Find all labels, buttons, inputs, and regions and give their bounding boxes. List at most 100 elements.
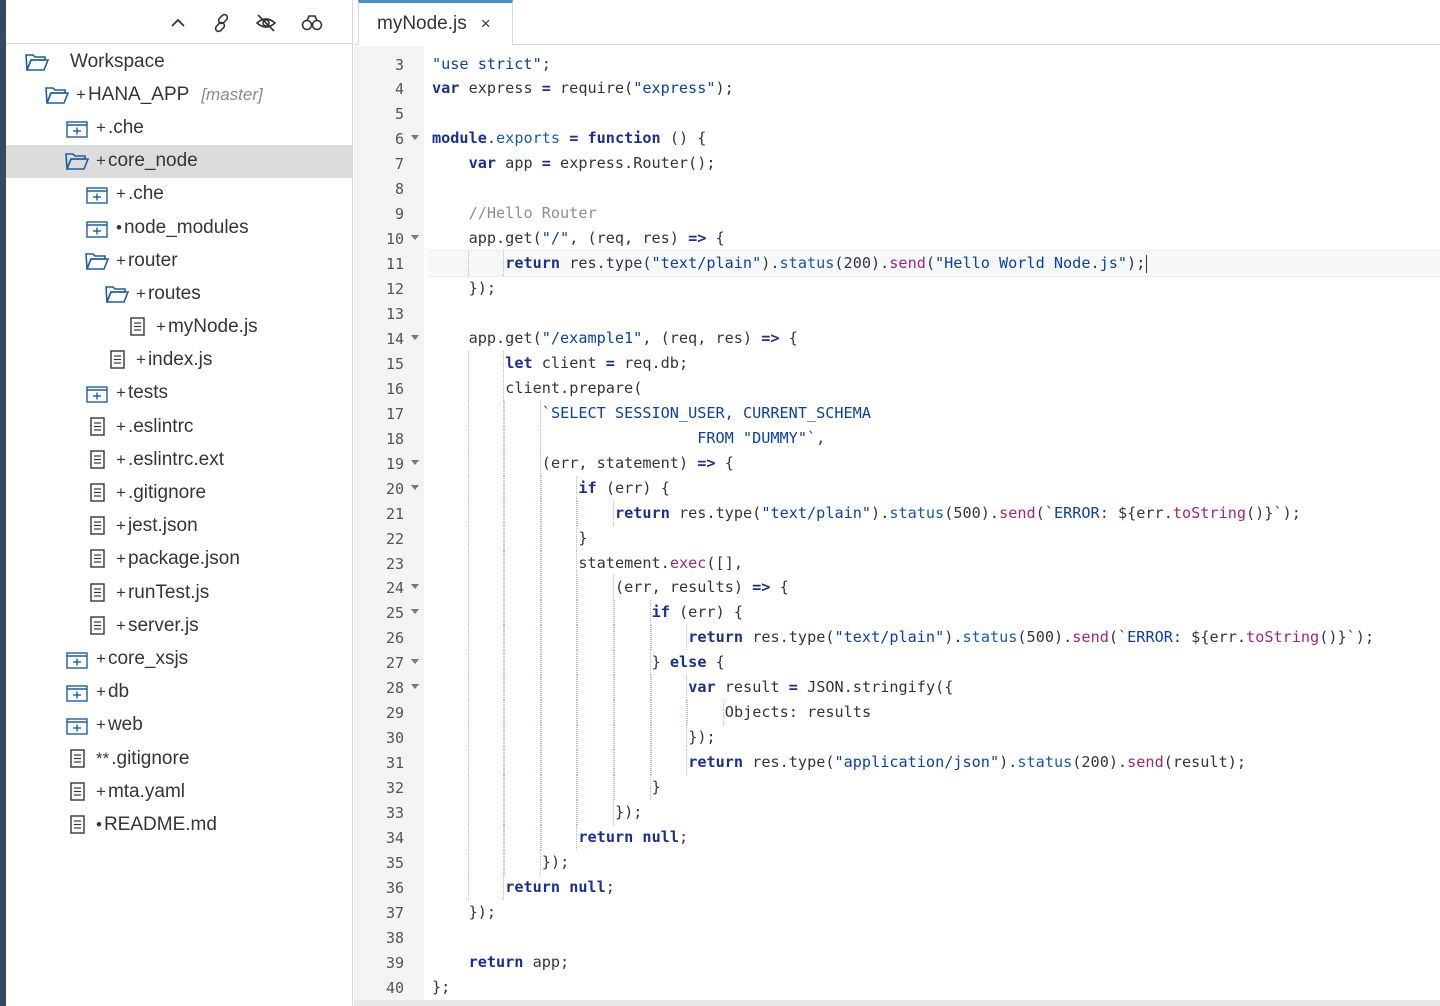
fold-arrow-icon[interactable] xyxy=(411,584,419,590)
fold-arrow-icon[interactable] xyxy=(411,609,419,615)
fold-arrow-icon[interactable] xyxy=(411,684,419,690)
tree-item[interactable]: + tests xyxy=(6,377,352,410)
indent-guide xyxy=(467,475,469,501)
tree-item[interactable]: + .che xyxy=(6,111,352,144)
tree-item[interactable]: + router xyxy=(6,244,352,277)
code-line: (err, results) => { xyxy=(428,575,1440,601)
fold-arrow-icon[interactable] xyxy=(411,459,419,465)
line-number: 8 xyxy=(394,180,404,199)
hidden-files-icon[interactable] xyxy=(253,10,279,36)
file-icon xyxy=(84,416,110,438)
indent-guide xyxy=(467,849,469,875)
file-icon xyxy=(84,548,110,570)
code-line: statement.exec([], xyxy=(428,550,1440,576)
tree-item[interactable]: + jest.json xyxy=(6,510,352,543)
git-status-marker: + xyxy=(96,715,106,735)
tree-item[interactable]: + core_xsjs xyxy=(6,642,352,675)
indent-guide xyxy=(467,800,469,825)
editor-tab-mynode[interactable]: myNode.js × xyxy=(358,0,513,45)
code-text: return res.type("text/plain").status(500… xyxy=(615,503,1301,522)
fold-arrow-icon[interactable] xyxy=(411,659,419,665)
indent-guide xyxy=(614,675,615,701)
indent-guide xyxy=(467,450,469,476)
fold-arrow-icon[interactable] xyxy=(411,135,419,141)
horizontal-scrollbar[interactable] xyxy=(354,1000,1440,1006)
indent-guide xyxy=(540,575,542,601)
tree-item[interactable]: + .gitignore xyxy=(6,476,352,509)
indent-guide xyxy=(614,750,615,776)
tree-item[interactable]: + .eslintrc xyxy=(6,410,352,443)
close-icon[interactable]: × xyxy=(481,14,491,34)
tree-item[interactable]: + runTest.js xyxy=(6,576,352,609)
git-status-marker: + xyxy=(116,615,126,635)
fold-arrow-icon[interactable] xyxy=(411,484,419,490)
code-text: (err, statement) => { xyxy=(541,453,734,472)
tree-item[interactable]: Workspace xyxy=(6,45,352,78)
tree-item[interactable]: + db xyxy=(6,676,352,709)
tree-item[interactable]: + .che xyxy=(6,178,352,211)
tree-item[interactable]: • node_modules xyxy=(6,211,352,244)
tree-item[interactable]: ** .gitignore xyxy=(6,742,352,775)
collapse-all-icon[interactable] xyxy=(165,10,191,36)
fold-arrow-icon[interactable] xyxy=(411,235,419,241)
indent-guide xyxy=(577,575,579,601)
code-line: } else { xyxy=(428,650,1440,676)
line-number: 36 xyxy=(385,878,404,897)
line-number: 10 xyxy=(354,226,424,251)
code-line: FROM "DUMMY"`, xyxy=(428,425,1440,451)
indent-guide xyxy=(504,725,506,751)
indent-guide xyxy=(504,650,506,676)
code-text: return res.type("application/json").stat… xyxy=(688,753,1247,772)
indent-guide xyxy=(467,350,469,376)
tree-item-label: server.js xyxy=(127,614,199,636)
tree-item[interactable]: + HANA_APP [master] xyxy=(6,78,352,111)
indent-guide xyxy=(650,625,652,651)
line-number: 25 xyxy=(354,600,424,625)
line-number: 28 xyxy=(354,675,424,700)
tree-item[interactable]: • README.md xyxy=(6,808,352,841)
folder-closed-icon xyxy=(84,217,110,239)
indent-guide xyxy=(540,775,542,801)
indent-guide xyxy=(504,525,506,551)
tree-item[interactable]: + index.js xyxy=(6,344,352,377)
git-status-marker: + xyxy=(116,416,126,436)
tree-item-label: index.js xyxy=(147,349,213,371)
indent-guide xyxy=(504,475,506,501)
tree-item[interactable]: + server.js xyxy=(6,609,352,642)
line-number: 37 xyxy=(385,903,404,922)
line-number: 30 xyxy=(385,729,404,748)
tree-item[interactable]: + myNode.js xyxy=(6,311,352,344)
indent-guide xyxy=(504,750,506,776)
indent-guide xyxy=(504,575,506,601)
indent-guide xyxy=(577,750,579,776)
folder-closed-icon xyxy=(64,681,90,703)
git-status-marker: + xyxy=(96,117,106,137)
code-line: }; xyxy=(428,975,1440,1000)
git-status-marker: + xyxy=(136,283,146,303)
tree-item[interactable]: + package.json xyxy=(6,543,352,576)
indent-guide xyxy=(467,874,469,900)
line-number: 15 xyxy=(385,354,404,373)
tree-item[interactable]: + mta.yaml xyxy=(6,775,352,808)
tree-item[interactable]: + routes xyxy=(6,277,352,310)
indent-guide xyxy=(540,475,542,501)
fold-arrow-icon[interactable] xyxy=(411,334,419,340)
code-text: "use strict"; xyxy=(432,54,551,73)
indent-guide xyxy=(467,251,469,277)
code-area[interactable]: "use strict"; var express = require("expr… xyxy=(428,46,1440,1002)
indent-guide xyxy=(540,675,542,701)
link-icon[interactable] xyxy=(209,10,235,36)
tree-item[interactable]: + .eslintrc.ext xyxy=(6,443,352,476)
code-line: return null; xyxy=(428,824,1440,850)
indent-guide xyxy=(504,400,506,426)
code-text: return res.type("text/plain").status(200… xyxy=(505,254,1146,273)
tree-item[interactable]: + web xyxy=(6,709,352,742)
git-status-marker: + xyxy=(116,582,126,602)
indent-guide xyxy=(467,775,469,801)
file-icon xyxy=(84,615,110,637)
code-line: }); xyxy=(428,725,1440,751)
binoculars-icon[interactable] xyxy=(299,10,325,36)
code-line: var app = express.Router(); xyxy=(428,151,1440,176)
code-text: }); xyxy=(541,852,570,871)
tree-item[interactable]: + core_node xyxy=(6,144,352,178)
